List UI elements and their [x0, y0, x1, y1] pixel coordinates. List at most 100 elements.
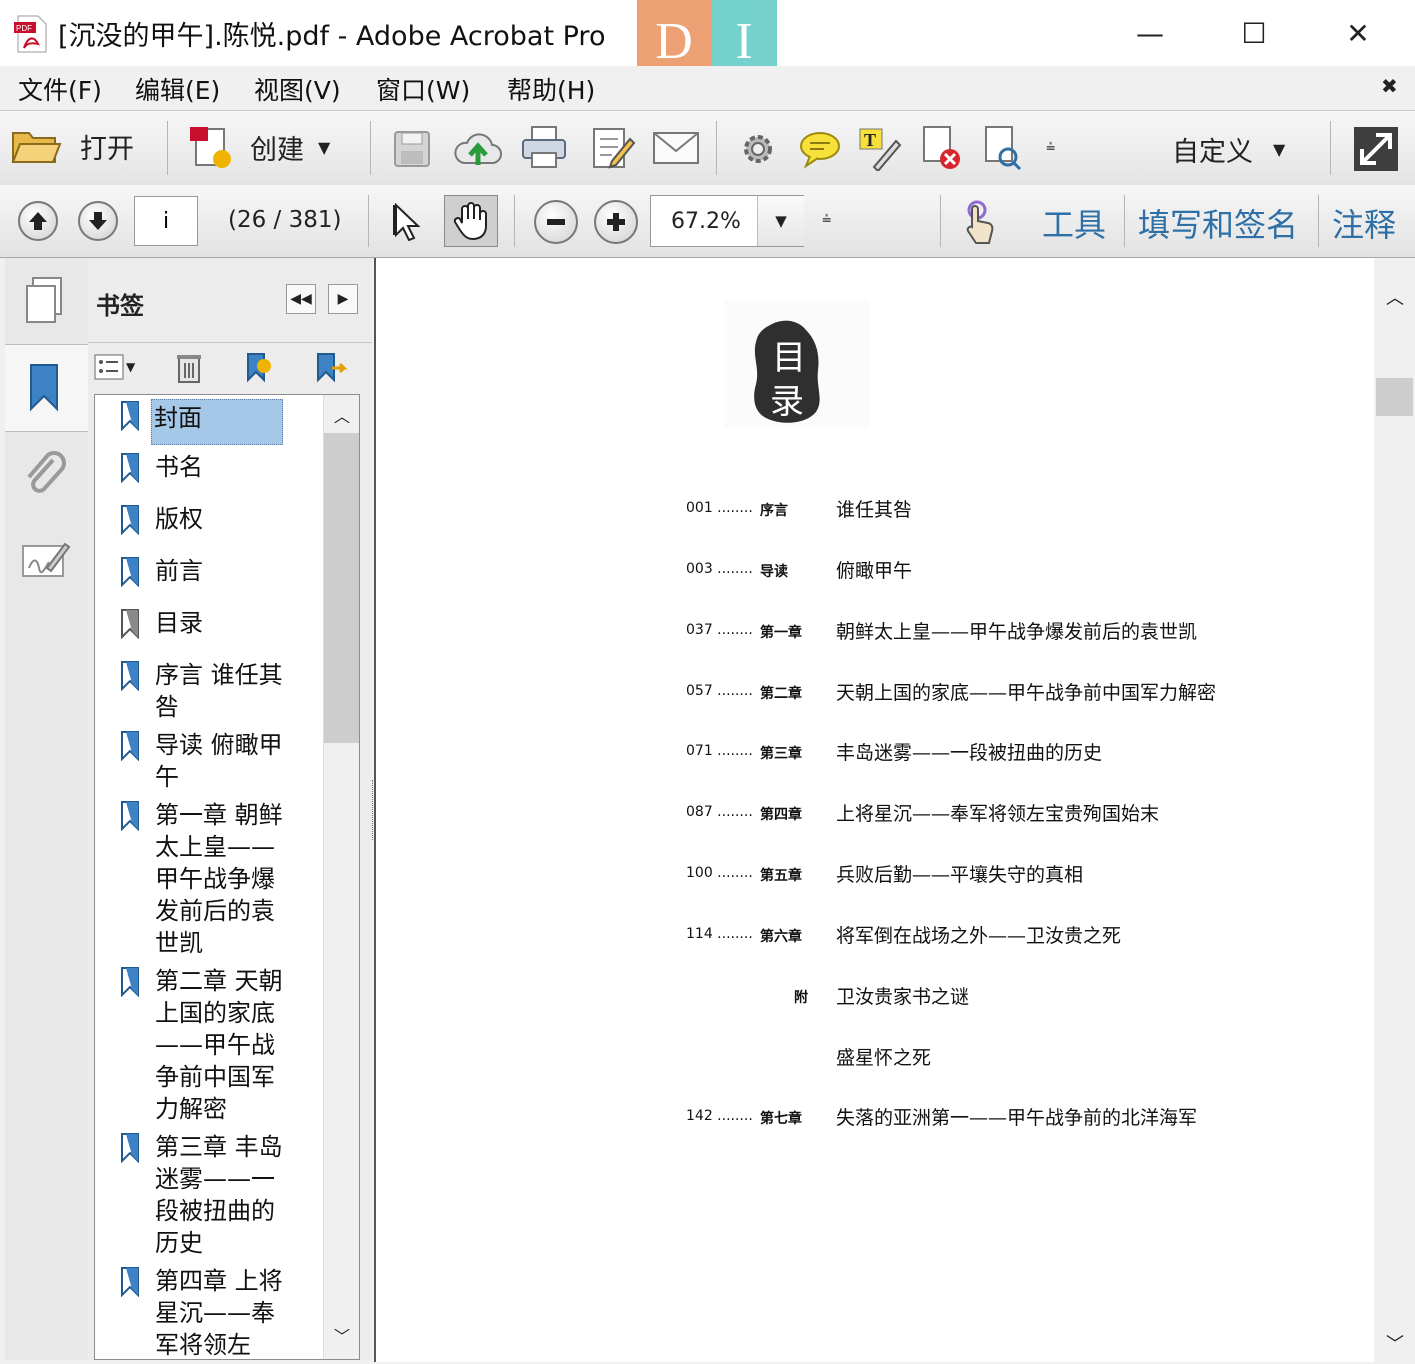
toc-chapter-title: 上将星沉——奉军将领左宝贵殉国始末 — [836, 803, 1160, 825]
toc-chapter-title: 盛星怀之死 — [836, 1047, 932, 1069]
fill-sign-pane-button[interactable]: 填写和签名 — [1138, 200, 1298, 246]
minimize-button[interactable]: — — [1098, 0, 1202, 66]
bookmark-item[interactable]: 第一章 朝鲜太上皇——甲午战争爆发前后的袁世凯 — [121, 799, 287, 959]
toolbar-divider — [370, 121, 371, 175]
bookmark-icon — [121, 801, 139, 831]
navigation-toolbar: (26 / 381) 67.2% ▼ ⩮ 工具 填写和签名 注释 — [0, 185, 1415, 258]
toc-page-number: 037 ........ — [686, 622, 753, 638]
bookmark-label: 第二章 天朝上国的家底——甲午战争前中国军力解密 — [155, 967, 283, 1123]
print-icon[interactable] — [520, 125, 568, 171]
edit-document-icon[interactable] — [590, 125, 636, 171]
close-button[interactable]: ✕ — [1306, 0, 1410, 66]
bookmark-options-button[interactable]: ▼ — [94, 354, 135, 380]
bookmark-label: 前言 — [155, 557, 203, 585]
page-number-input[interactable] — [134, 196, 198, 246]
window-title: [沉没的甲午].陈悦.pdf - Adobe Acrobat Pro — [58, 21, 606, 52]
scroll-thumb[interactable] — [1376, 378, 1413, 416]
menu-help[interactable]: 帮助(H) — [507, 71, 595, 107]
page-thumbnails-icon[interactable] — [23, 276, 67, 326]
page-search-icon[interactable] — [982, 125, 1026, 171]
email-icon[interactable] — [652, 129, 700, 167]
bookmark-label: 第三章 丰岛迷雾——一段被扭曲的历史 — [155, 1133, 283, 1257]
comment-pane-button[interactable]: 注释 — [1332, 200, 1396, 246]
toolbar-divider — [1124, 195, 1125, 247]
paperclip-icon[interactable] — [23, 450, 69, 498]
close-document-button[interactable]: ✖ — [1381, 74, 1398, 98]
chevron-down-icon[interactable]: ﹀ — [334, 1323, 350, 1347]
customize-label: 自定义 — [1172, 137, 1253, 168]
chevron-up-icon[interactable]: ︿ — [1386, 284, 1404, 310]
bookmark-item[interactable]: 目录 — [121, 607, 287, 639]
signature-icon[interactable] — [21, 538, 71, 582]
zoom-select[interactable]: 67.2% ▼ — [650, 195, 804, 247]
new-bookmark-icon[interactable] — [242, 352, 274, 384]
panel-divider — [88, 342, 372, 343]
main-toolbar: 打开 创建 ▼ T ⩮ 自定义 ▼ — [0, 110, 1415, 186]
zoom-in-button[interactable] — [594, 200, 638, 244]
tools-pane-button[interactable]: 工具 — [1042, 200, 1106, 246]
next-page-button[interactable] — [78, 201, 118, 241]
bookmark-item[interactable]: 导读 俯瞰甲午 — [121, 729, 287, 793]
previous-page-button[interactable] — [18, 201, 58, 241]
toc-chapter-label: 导读 — [760, 564, 788, 580]
create-label: 创建 — [250, 134, 304, 166]
bookmark-item[interactable]: 第二章 天朝上国的家底——甲午战争前中国军力解密 — [121, 965, 287, 1125]
document-scrollbar[interactable]: ︿ ﹀ — [1374, 258, 1415, 1362]
highlight-text-icon[interactable]: T — [858, 127, 902, 171]
gear-icon[interactable] — [738, 129, 778, 169]
maximize-button[interactable]: ☐ — [1202, 0, 1306, 66]
toc-chapter-title: 天朝上国的家底——甲午战争前中国军力解密 — [836, 682, 1217, 704]
chevron-down-icon[interactable]: ▼ — [757, 196, 804, 246]
menu-file[interactable]: 文件(F) — [18, 71, 102, 107]
toc-chapter-title: 俯瞰甲午 — [836, 560, 913, 582]
menu-window[interactable]: 窗口(W) — [376, 71, 470, 107]
pdf-app-icon: PDF — [14, 15, 47, 53]
open-button[interactable]: 打开 — [10, 125, 134, 167]
create-button[interactable]: 创建 ▼ — [188, 125, 330, 169]
panel-options-button[interactable]: ◀◀ — [286, 284, 316, 314]
bookmark-item[interactable]: 前言 — [121, 555, 287, 587]
bookmark-icon — [121, 1267, 139, 1297]
toc-chapter-label: 第一章 — [760, 625, 802, 641]
save-icon[interactable] — [392, 129, 432, 169]
bookmark-item[interactable]: 第三章 丰岛迷雾——一段被扭曲的历史 — [121, 1131, 287, 1259]
trash-icon[interactable] — [176, 352, 202, 384]
customize-dropdown[interactable]: 自定义 ▼ — [1172, 130, 1285, 169]
plus-icon — [607, 213, 625, 231]
menu-view[interactable]: 视图(V) — [254, 71, 341, 107]
bookmark-icon — [121, 967, 139, 997]
more-tools-icon[interactable]: ⩮ — [1046, 137, 1055, 157]
delete-pages-icon[interactable] — [920, 125, 964, 171]
bookmark-label: 第四章 上将星沉——奉军将领左 — [155, 1267, 283, 1359]
toc-chapter-title: 将军倒在战场之外——卫汝贵之死 — [836, 925, 1122, 947]
bookmark-item[interactable]: 序言 谁任其咎 — [121, 659, 287, 723]
chevron-down-icon[interactable]: ﹀ — [1386, 1330, 1404, 1356]
panel-title: 书签 — [96, 292, 144, 320]
bookmark-icon — [121, 557, 139, 587]
cloud-upload-icon[interactable] — [452, 127, 504, 171]
collapse-panel-button[interactable]: ▶ — [328, 284, 358, 314]
bookmark-icon — [121, 661, 139, 691]
toc-page-number: 071 ........ — [686, 743, 753, 759]
zoom-out-button[interactable] — [534, 200, 578, 244]
bookmark-item[interactable]: 封面 — [121, 399, 287, 445]
title-bar: PDF [沉没的甲午].陈悦.pdf - Adobe Acrobat Pro D… — [0, 0, 1415, 84]
toolbar-divider — [940, 195, 941, 247]
bookmark-item[interactable]: 版权 — [121, 503, 287, 535]
bookmark-item[interactable]: 书名 — [121, 451, 287, 483]
toc-page-number: 057 ........ — [686, 683, 753, 699]
hand-tool-button[interactable] — [444, 195, 498, 247]
touch-reading-icon[interactable] — [960, 199, 998, 245]
bookmark-item[interactable]: 第四章 上将星沉——奉军将领左 — [121, 1265, 287, 1359]
toolbar-divider — [368, 195, 369, 247]
select-cursor-icon[interactable] — [392, 203, 426, 241]
scroll-thumb[interactable] — [324, 433, 359, 743]
menu-edit[interactable]: 编辑(E) — [135, 71, 220, 107]
expand-bookmark-icon[interactable] — [314, 352, 348, 384]
comment-bubble-icon[interactable] — [798, 129, 842, 169]
bookmarks-tab[interactable] — [5, 344, 89, 432]
more-options-icon[interactable]: ⩮ — [822, 209, 831, 229]
chevron-up-icon[interactable]: ︿ — [334, 403, 350, 427]
fullscreen-icon[interactable] — [1352, 125, 1400, 173]
bookmark-scrollbar[interactable]: ︿ ﹀ — [323, 395, 359, 1359]
